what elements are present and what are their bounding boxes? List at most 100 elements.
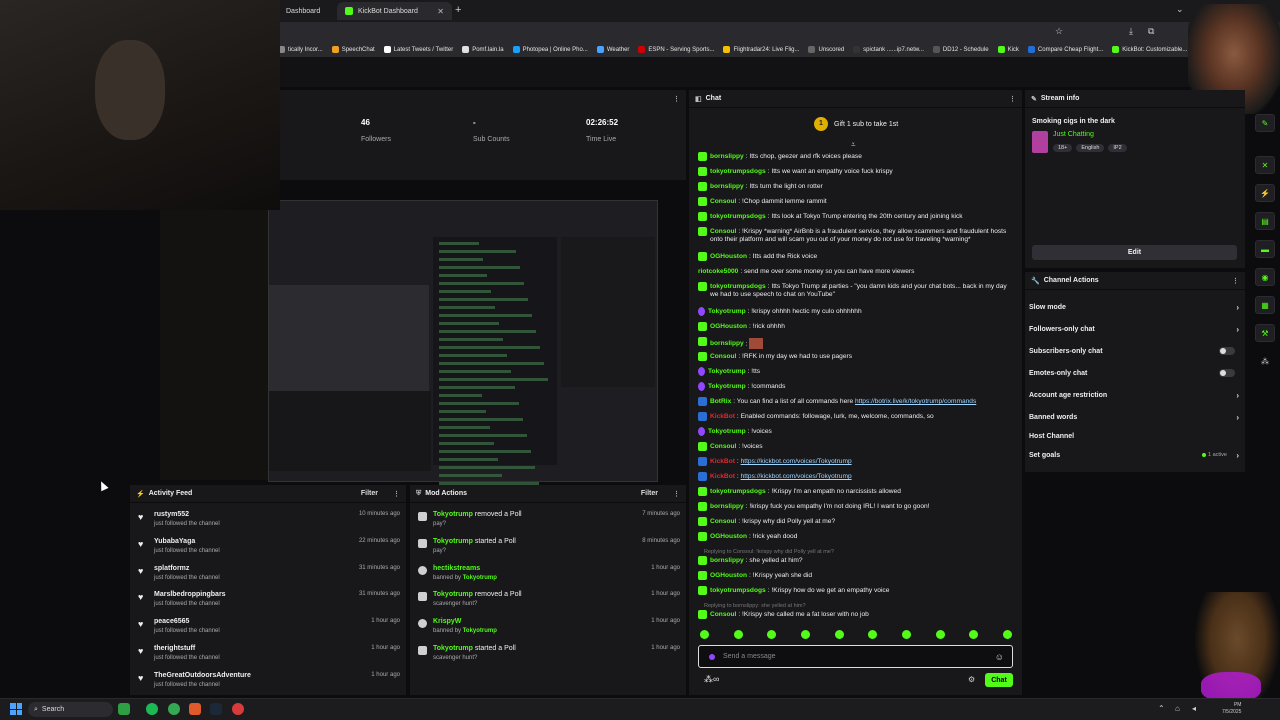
- mod-actor[interactable]: Tokyotrump: [433, 591, 473, 598]
- chevron-down-icon[interactable]: ⌄: [1176, 4, 1184, 15]
- follower-name[interactable]: TheGreatOutdoorsAdventure: [154, 672, 251, 679]
- pinned-message[interactable]: 1 Gift 1 sub to take 1st: [814, 117, 898, 131]
- spotify-icon[interactable]: [146, 703, 158, 715]
- more-options-icon[interactable]: ⋮: [1232, 277, 1239, 285]
- chat-username[interactable]: OGHouston: [710, 253, 747, 260]
- nodes-icon[interactable]: ⁂: [1255, 352, 1275, 370]
- chat-username[interactable]: KickBot: [710, 458, 735, 465]
- clipboard-icon[interactable]: ▤: [1255, 212, 1275, 230]
- chat-username[interactable]: tokyotrumpsdogs: [710, 283, 766, 290]
- chat-link[interactable]: https://kickbot.com/voices/Tokyotrump: [741, 458, 852, 465]
- bookmark-item[interactable]: DD12 - Schedule: [932, 46, 989, 53]
- emote-icon[interactable]: [969, 630, 979, 639]
- channel-action-subscribers-only-chat[interactable]: Subscribers-only chat: [1029, 344, 1241, 358]
- chat-username[interactable]: bornslippy: [710, 340, 744, 347]
- emoji-icon[interactable]: ☺: [995, 652, 1004, 662]
- toggle-switch[interactable]: [1219, 347, 1235, 355]
- chat-username[interactable]: tokyotrumpsdogs: [710, 168, 766, 175]
- clock[interactable]: PM 7/5/2025: [1222, 702, 1241, 716]
- emote-icon[interactable]: [1002, 630, 1012, 639]
- channel-action-emotes-only-chat[interactable]: Emotes-only chat: [1029, 366, 1241, 380]
- chat-username[interactable]: Consoul: [710, 198, 736, 205]
- chat-link[interactable]: https://kickbot.com/voices/Tokyotrump: [741, 473, 852, 480]
- more-options-icon[interactable]: ⋮: [673, 95, 680, 103]
- emote-icon[interactable]: [800, 630, 810, 639]
- chat-username[interactable]: Consoul: [710, 443, 736, 450]
- broadcast-icon[interactable]: ◉: [1255, 268, 1275, 286]
- emote-icon[interactable]: [733, 630, 743, 639]
- bookmark-item[interactable]: Photopea | Online Pho...: [512, 46, 588, 53]
- infinity-icon[interactable]: ⁂∞: [704, 674, 719, 685]
- emote-icon[interactable]: [767, 630, 777, 639]
- emote-icon[interactable]: [834, 630, 844, 639]
- mod-actor[interactable]: Tokyotrump: [433, 538, 473, 545]
- bookmark-item[interactable]: Weather: [596, 46, 629, 53]
- channel-action-account-age-restriction[interactable]: Account age restriction ›: [1029, 388, 1241, 402]
- mic-icon[interactable]: [709, 653, 715, 660]
- chat-username[interactable]: Tokyotrump: [708, 383, 746, 390]
- chat-username[interactable]: Tokyotrump: [708, 308, 746, 315]
- follower-name[interactable]: peace6565: [154, 618, 189, 625]
- emote-icon[interactable]: [868, 630, 878, 639]
- chat-username[interactable]: tokyotrumpsdogs: [710, 488, 766, 495]
- more-options-icon[interactable]: ⋮: [673, 490, 680, 498]
- chat-username[interactable]: Tokyotrump: [708, 368, 746, 375]
- chat-username[interactable]: KickBot: [710, 413, 735, 420]
- follower-name[interactable]: rustym552: [154, 511, 189, 518]
- wrench-icon[interactable]: ⚒: [1255, 324, 1275, 342]
- activity-filter-button[interactable]: Filter: [361, 490, 378, 497]
- windows-start-icon[interactable]: [10, 703, 22, 715]
- mod-actor[interactable]: hectikstreams: [433, 565, 480, 572]
- calendar-icon[interactable]: ▦: [1255, 296, 1275, 314]
- emote-icon[interactable]: [901, 630, 911, 639]
- settings-gear-icon[interactable]: ⚙: [968, 675, 975, 684]
- chat-username[interactable]: bornslippy: [710, 557, 744, 564]
- chrome-icon[interactable]: [168, 703, 180, 715]
- chat-username[interactable]: Consoul: [710, 611, 736, 618]
- tab-kickbot-dashboard[interactable]: KickBot Dashboard ✕: [337, 2, 452, 20]
- more-options-icon[interactable]: ⋮: [393, 490, 400, 498]
- chat-input[interactable]: Send a message ☺: [698, 645, 1013, 668]
- close-tab-icon[interactable]: ✕: [437, 7, 444, 16]
- chat-username[interactable]: bornslippy: [710, 183, 744, 190]
- edit-stream-info-button[interactable]: Edit: [1032, 245, 1237, 260]
- chat-username[interactable]: Consoul: [710, 518, 736, 525]
- follower-name[interactable]: splatformz: [154, 565, 189, 572]
- chat-username[interactable]: tokyotrumpsdogs: [710, 587, 766, 594]
- follower-name[interactable]: YubabaYaga: [154, 538, 195, 545]
- bookmark-item[interactable]: Flightradar24: Live Flig...: [723, 46, 799, 53]
- star-icon[interactable]: ☆: [1055, 26, 1063, 37]
- bookmark-item[interactable]: Pomf.lain.la: [462, 46, 504, 53]
- extensions-icon[interactable]: ⧉: [1148, 26, 1154, 37]
- new-tab-icon[interactable]: +: [455, 4, 461, 16]
- emote-icon[interactable]: [935, 630, 945, 639]
- chat-username[interactable]: BotRix: [710, 398, 731, 405]
- bookmark-item[interactable]: KickBot: Customizable...: [1112, 46, 1187, 53]
- chat-username[interactable]: Tokyotrump: [708, 428, 746, 435]
- close-icon[interactable]: ✕: [1255, 156, 1275, 174]
- chat-link[interactable]: https://botrix.live/k/tokyotrump/command…: [855, 398, 976, 405]
- stream-category[interactable]: Just Chatting: [1053, 131, 1094, 138]
- expand-icon[interactable]: ⩡: [851, 140, 856, 150]
- bookmark-item[interactable]: Compare Cheap Flight...: [1027, 46, 1103, 53]
- mod-actor[interactable]: KrispyW: [433, 618, 461, 625]
- bookmark-item[interactable]: tically Incor...: [278, 46, 323, 53]
- channel-action-slow-mode[interactable]: Slow mode ›: [1029, 300, 1241, 314]
- bookmark-item[interactable]: ESPN - Serving Sports...: [638, 46, 714, 53]
- channel-action-host-channel[interactable]: Host Channel: [1029, 429, 1241, 443]
- bolt-icon[interactable]: ⚡: [1255, 184, 1275, 202]
- send-chat-button[interactable]: Chat: [985, 673, 1013, 687]
- chat-username[interactable]: tokyotrumpsdogs: [710, 213, 766, 220]
- chat-username[interactable]: riotcoke5000: [698, 268, 738, 275]
- mod-filter-button[interactable]: Filter: [641, 490, 658, 497]
- pencil-icon[interactable]: ✎: [1255, 114, 1275, 132]
- volume-icon[interactable]: ◂: [1192, 704, 1196, 713]
- taskbar-search[interactable]: ⌕ Search: [28, 702, 113, 717]
- channel-action-banned-words[interactable]: Banned words ›: [1029, 410, 1241, 424]
- more-options-icon[interactable]: ⋮: [1009, 95, 1016, 103]
- network-icon[interactable]: ⌂: [1175, 704, 1180, 713]
- follower-name[interactable]: Marslbedroppingbars: [154, 591, 226, 598]
- chat-bubble-icon[interactable]: ▬: [1255, 240, 1275, 258]
- mod-by-user[interactable]: Tokyotrump: [463, 575, 497, 581]
- download-icon[interactable]: ⤓: [1129, 26, 1133, 37]
